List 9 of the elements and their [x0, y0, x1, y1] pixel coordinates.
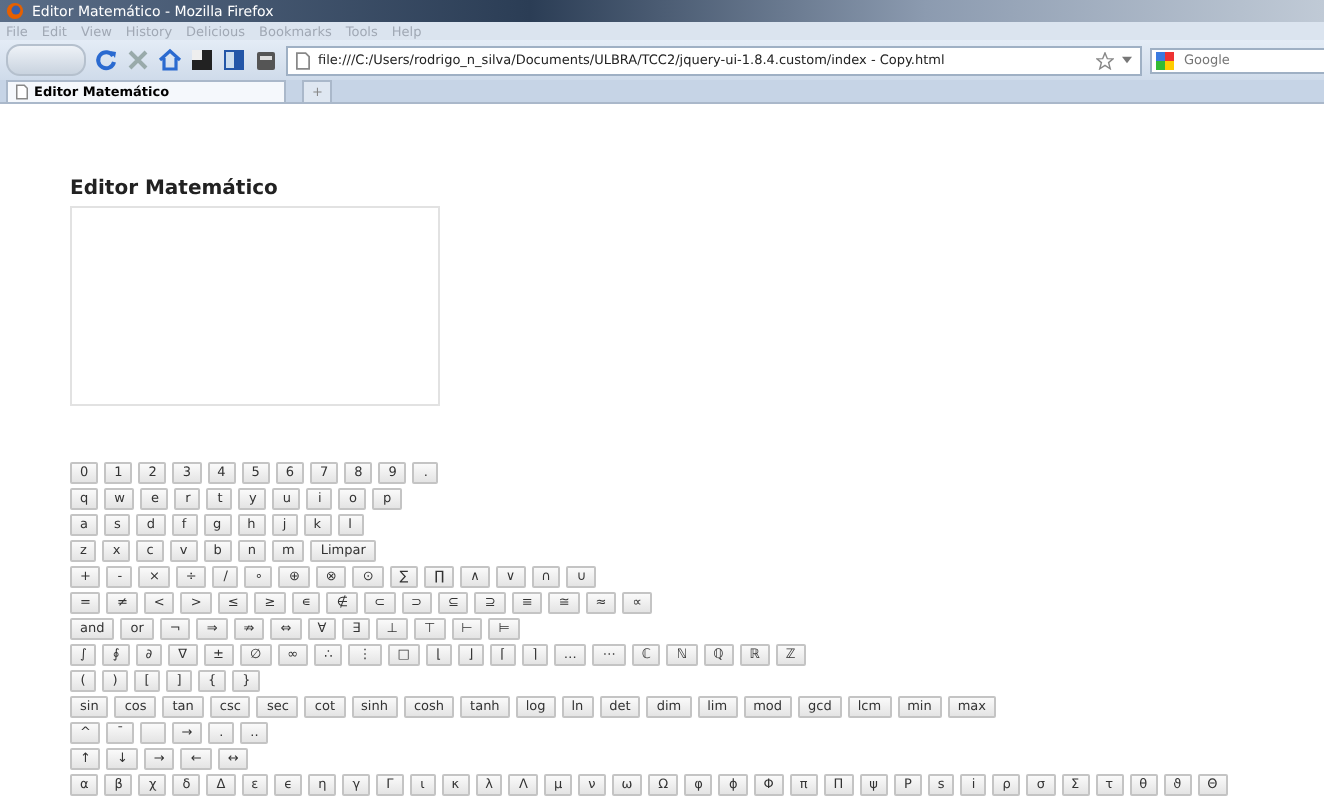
- caret-icon[interactable]: [1122, 56, 1132, 64]
- tag-icon[interactable]: [254, 48, 278, 72]
- page-icon: [16, 84, 28, 100]
- star-icon[interactable]: [1096, 51, 1114, 69]
- page-heading: Editor Matemático: [70, 178, 280, 204]
- home-icon[interactable]: [158, 48, 182, 72]
- reload-icon[interactable]: [94, 48, 118, 72]
- browser-logo-icon: [6, 2, 24, 20]
- page-icon: [296, 51, 310, 69]
